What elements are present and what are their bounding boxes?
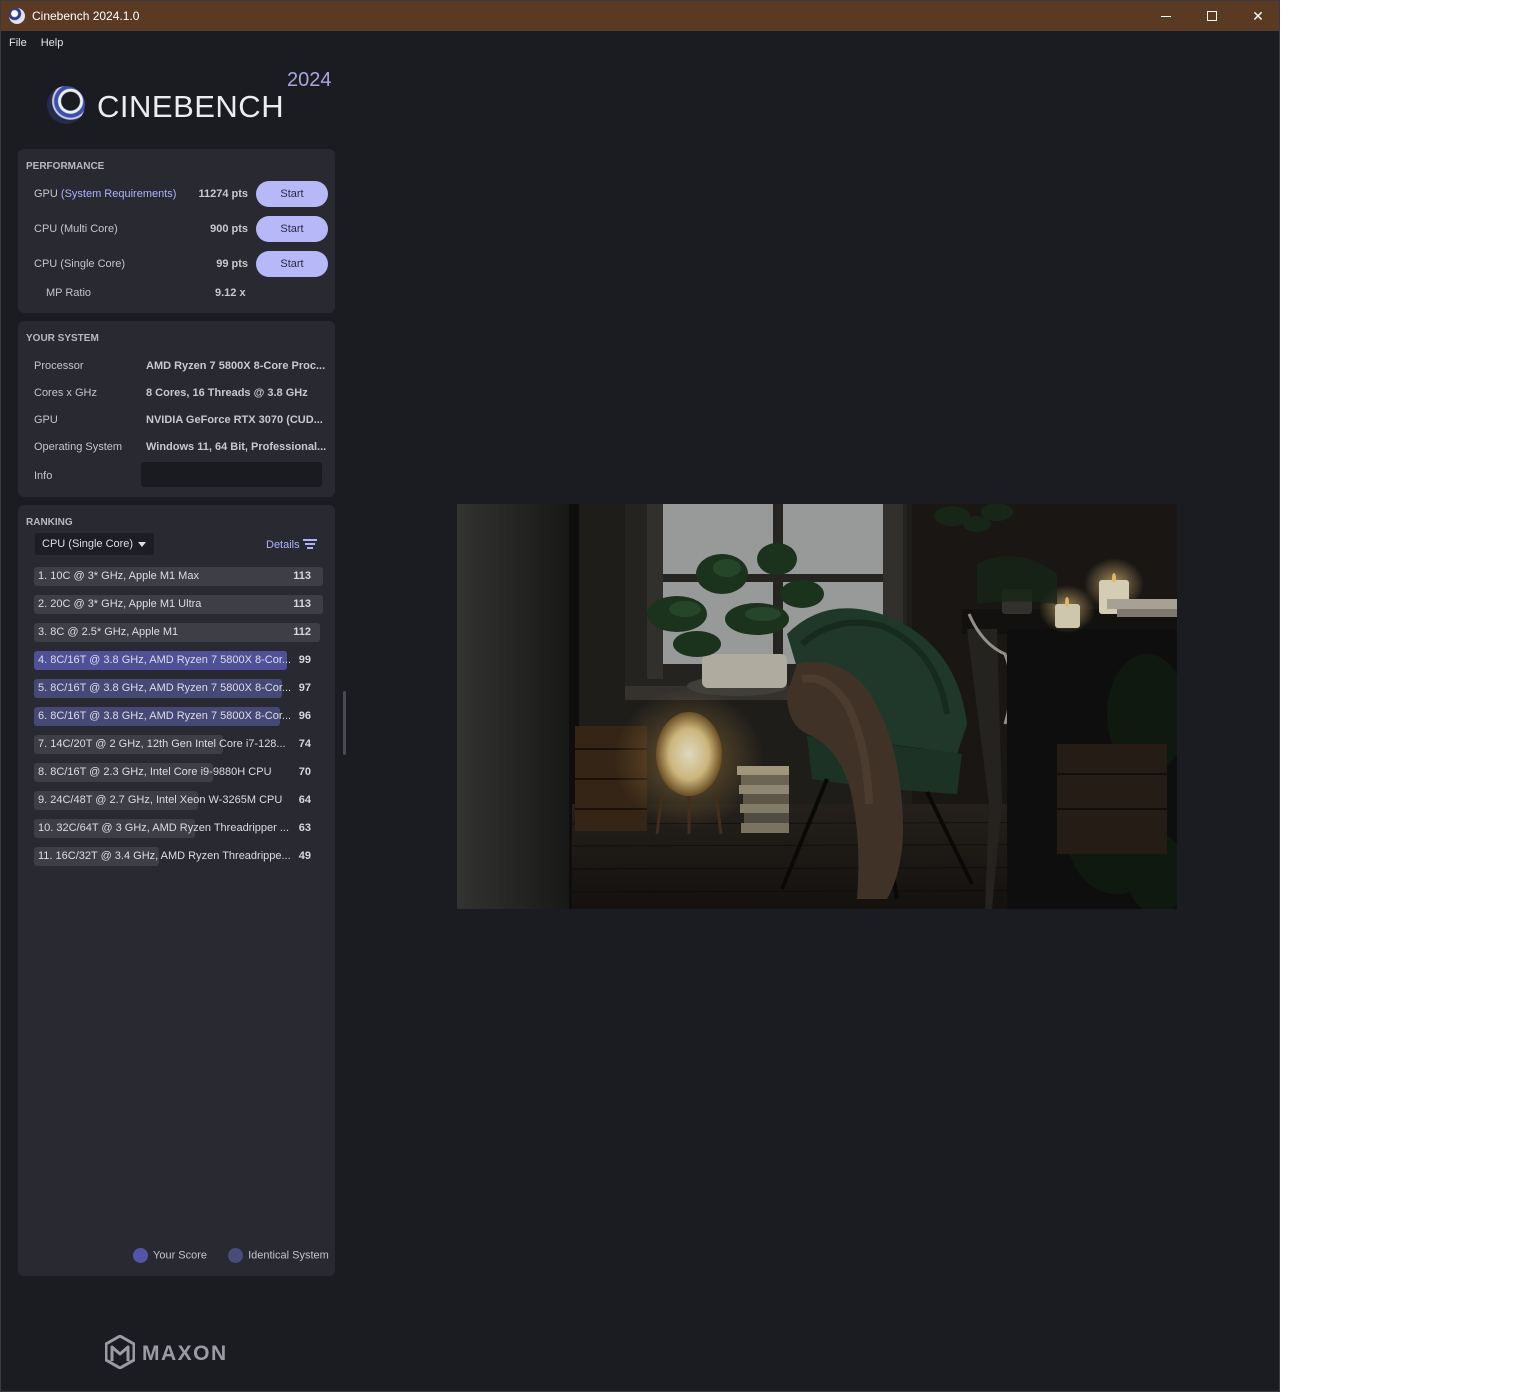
ranking-test-dropdown[interactable]: CPU (Single Core) xyxy=(35,533,154,555)
gpu-start-button[interactable]: Start xyxy=(256,181,328,207)
details-link[interactable]: Details xyxy=(266,539,300,551)
filter-icon[interactable] xyxy=(303,539,317,549)
mp-ratio-value: 9.12 x xyxy=(215,287,246,299)
system-label: Processor xyxy=(34,360,84,372)
ranking-row[interactable]: 8. 8C/16T @ 2.3 GHz, Intel Core i9-9880H… xyxy=(34,763,323,782)
logo-year: 2024 xyxy=(287,69,332,91)
menu-bar: File Help xyxy=(1,31,1279,55)
chevron-down-icon xyxy=(138,542,146,547)
system-value: 8 Cores, 16 Threads @ 3.8 GHz xyxy=(146,387,308,399)
ranking-row-label: 1. 10C @ 3* GHz, Apple M1 Max xyxy=(38,570,199,582)
legend-your-score: Your Score xyxy=(133,1248,207,1263)
info-label: Info xyxy=(34,470,53,482)
performance-title: PERFORMANCE xyxy=(26,161,105,172)
gpu-test-row: GPU (System Requirements) 11274 pts Star… xyxy=(34,181,328,207)
cpu-single-start-button[interactable]: Start xyxy=(256,251,328,277)
system-value: Windows 11, 64 Bit, Professional... xyxy=(146,441,327,453)
ranking-row-score: 96 xyxy=(298,710,311,722)
ranking-title: RANKING xyxy=(26,517,73,528)
render-preview-image xyxy=(457,504,1177,909)
ranking-row-label: 2. 20C @ 3* GHz, Apple M1 Ultra xyxy=(38,598,202,610)
ranking-test-selected: CPU (Single Core) xyxy=(42,538,134,550)
ranking-row[interactable]: 1. 10C @ 3* GHz, Apple M1 Max 113 xyxy=(34,567,323,586)
ranking-row-score: 113 xyxy=(293,570,311,582)
system-label: Operating System xyxy=(34,441,123,453)
your-score-swatch xyxy=(133,1248,148,1263)
ranking-row-score: 97 xyxy=(298,682,311,694)
ranking-row-label: 3. 8C @ 2.5* GHz, Apple M1 xyxy=(38,626,179,638)
title-bar[interactable]: Cinebench 2024.1.0 ✕ xyxy=(1,1,1279,31)
ranking-row[interactable]: 4. 8C/16T @ 3.8 GHz, AMD Ryzen 7 5800X 8… xyxy=(34,651,323,670)
ranking-row-score: 63 xyxy=(298,822,311,834)
cinebench-logo: CINEBENCH 2024 xyxy=(47,69,347,133)
cpu-multi-score: 900 pts xyxy=(210,223,248,235)
identical-system-swatch xyxy=(228,1248,244,1263)
minimize-icon xyxy=(1161,15,1171,17)
maximize-icon xyxy=(1207,11,1217,21)
cpu-multi-start-button[interactable]: Start xyxy=(256,216,328,242)
gpu-test-label: GPU xyxy=(34,188,58,200)
mp-ratio-label: MP Ratio xyxy=(46,287,92,299)
legend-identical-label: Identical System xyxy=(248,1249,329,1262)
ranking-row[interactable]: 11. 16C/32T @ 3.4 GHz, AMD Ryzen Threadr… xyxy=(34,847,323,866)
ranking-row-label: 7. 14C/20T @ 2 GHz, 12th Gen Intel Core … xyxy=(38,738,286,750)
ranking-row-label: 5. 8C/16T @ 3.8 GHz, AMD Ryzen 7 5800X 8… xyxy=(38,682,292,694)
maxon-mark-icon xyxy=(105,1335,135,1369)
system-value: AMD Ryzen 7 5800X 8-Core Proc... xyxy=(146,360,326,372)
ranking-row-score: 74 xyxy=(298,738,311,750)
ranking-row[interactable]: 2. 20C @ 3* GHz, Apple M1 Ultra 113 xyxy=(34,595,323,614)
ranking-row-score: 99 xyxy=(298,654,311,666)
ranking-row-score: 64 xyxy=(298,794,311,806)
ranking-row-label: 4. 8C/16T @ 3.8 GHz, AMD Ryzen 7 5800X 8… xyxy=(38,654,292,666)
performance-panel: PERFORMANCE GPU (System Requirements) 11… xyxy=(18,149,335,313)
ranking-row-label: 8. 8C/16T @ 2.3 GHz, Intel Core i9-9880H… xyxy=(38,766,272,778)
system-label: Cores x GHz xyxy=(34,387,97,399)
cpu-multi-test-row: CPU (Multi Core) 900 pts Start xyxy=(34,216,328,242)
cpu-single-label: CPU (Single Core) xyxy=(34,258,126,270)
your-system-panel: YOUR SYSTEM Processor AMD Ryzen 7 5800X … xyxy=(18,321,335,497)
menu-file[interactable]: File xyxy=(9,37,27,49)
cpu-single-score: 99 pts xyxy=(216,258,248,270)
window-title: Cinebench 2024.1.0 xyxy=(32,9,140,23)
close-button[interactable]: ✕ xyxy=(1235,1,1281,31)
ranking-row-label: 9. 24C/48T @ 2.7 GHz, Intel Xeon W-3265M… xyxy=(38,794,283,806)
ranking-row[interactable]: 3. 8C @ 2.5* GHz, Apple M1 112 xyxy=(34,623,323,642)
close-icon: ✕ xyxy=(1252,7,1264,24)
ranking-legend: Your Score Identical System xyxy=(133,1248,329,1263)
ranking-row[interactable]: 9. 24C/48T @ 2.7 GHz, Intel Xeon W-3265M… xyxy=(34,791,323,810)
ranking-row-score: 112 xyxy=(293,626,311,638)
ranking-row-score: 113 xyxy=(293,598,311,610)
menu-help[interactable]: Help xyxy=(41,37,64,49)
app-window: Cinebench 2024.1.0 ✕ File Help CINEBENCH… xyxy=(0,0,1280,1392)
legend-identical: Identical System xyxy=(228,1248,329,1263)
minimize-button[interactable] xyxy=(1143,1,1189,31)
ranking-row[interactable]: 6. 8C/16T @ 3.8 GHz, AMD Ryzen 7 5800X 8… xyxy=(34,707,323,726)
cinebench-app-icon xyxy=(9,8,25,24)
maxon-wordmark: MAXON xyxy=(142,1342,228,1365)
legend-your-score-label: Your Score xyxy=(153,1249,208,1262)
system-value: NVIDIA GeForce RTX 3070 (CUD... xyxy=(146,414,323,426)
ranking-row[interactable]: 5. 8C/16T @ 3.8 GHz, AMD Ryzen 7 5800X 8… xyxy=(34,679,323,698)
info-input[interactable] xyxy=(141,462,322,487)
panel-splitter-handle[interactable] xyxy=(343,691,346,755)
cinebench-sphere-icon xyxy=(47,86,85,124)
gpu-score: 11274 pts xyxy=(198,188,248,200)
ranking-row[interactable]: 7. 14C/20T @ 2 GHz, 12th Gen Intel Core … xyxy=(34,735,323,754)
maximize-button[interactable] xyxy=(1189,1,1235,31)
ranking-panel: RANKING CPU (Single Core) Details 1. 10C… xyxy=(18,505,335,1276)
ranking-row-label: 10. 32C/64T @ 3 GHz, AMD Ryzen Threadrip… xyxy=(38,822,290,834)
ranking-row-label: 11. 16C/32T @ 3.4 GHz, AMD Ryzen Threadr… xyxy=(38,850,291,862)
ranking-row-score: 49 xyxy=(298,850,311,862)
cpu-multi-label: CPU (Multi Core) xyxy=(34,223,118,235)
ranking-row-label: 6. 8C/16T @ 3.8 GHz, AMD Ryzen 7 5800X 8… xyxy=(38,710,292,722)
logo-name: CINEBENCH xyxy=(97,89,285,124)
ranking-row[interactable]: 10. 32C/64T @ 3 GHz, AMD Ryzen Threadrip… xyxy=(34,819,323,838)
ranking-row-score: 70 xyxy=(298,766,311,778)
system-label: GPU xyxy=(34,414,58,426)
cpu-single-test-row: CPU (Single Core) 99 pts Start xyxy=(34,251,328,277)
system-requirements-link[interactable]: (System Requirements) xyxy=(61,188,177,200)
your-system-title: YOUR SYSTEM xyxy=(26,333,99,344)
